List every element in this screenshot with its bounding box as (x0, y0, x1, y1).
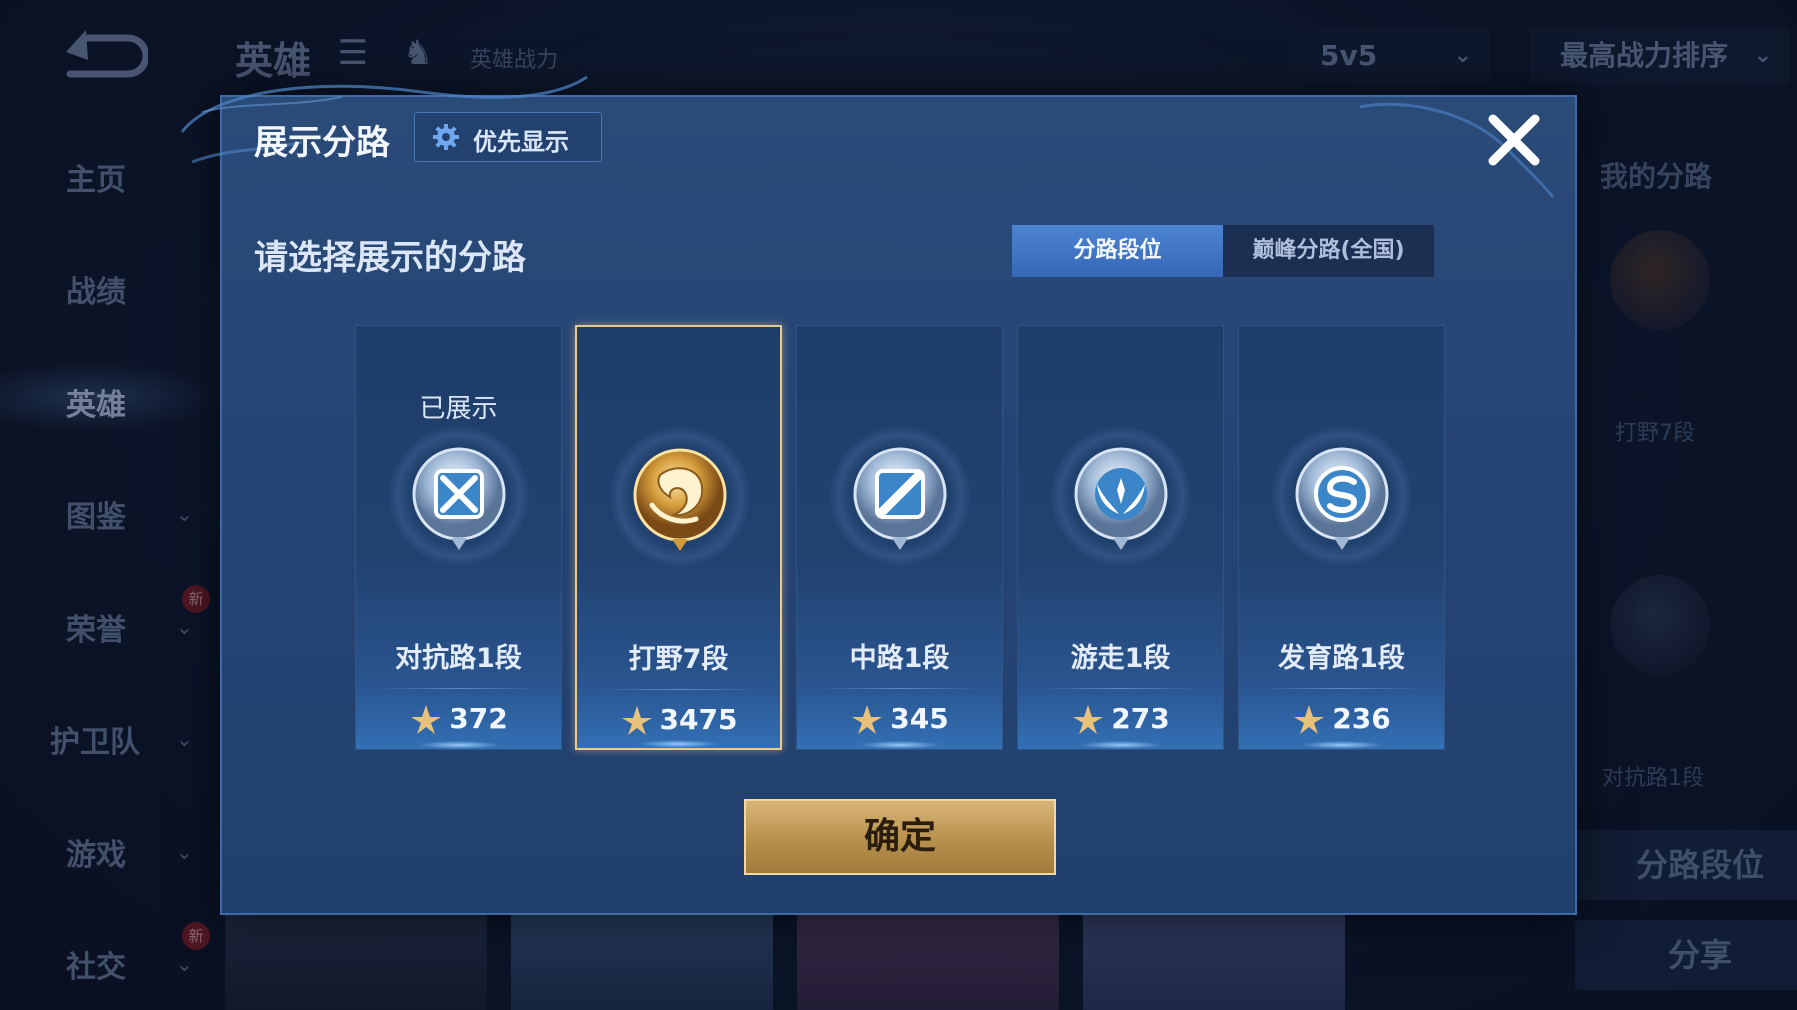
sidebar-item-games[interactable]: 游戏 ⌄ (0, 820, 200, 880)
hero-portrait[interactable] (511, 915, 773, 1010)
hero-portrait[interactable] (1083, 915, 1345, 1010)
sidebar-item-records[interactable]: 战绩 (0, 257, 200, 317)
lane-power-icon (852, 704, 883, 734)
card-divider (376, 688, 541, 689)
selection-prompt: 请选择展示的分路 (254, 238, 526, 278)
mid-lane-icon (853, 447, 947, 550)
farm-lane-icon (1295, 447, 1389, 550)
lane-score: 3475 (659, 703, 738, 736)
back-button[interactable] (58, 30, 150, 80)
chevron-down-icon: ⌄ (176, 502, 193, 526)
hero-power-icon: ♞ (402, 33, 434, 73)
tab-peak-lane-national[interactable]: 巅峰分路(全国) (1223, 225, 1434, 277)
chevron-down-icon: ⌄ (176, 952, 193, 976)
mode-dropdown-value: 5v5 (1320, 39, 1378, 72)
gear-icon (433, 124, 459, 150)
dialog-title: 展示分路 (254, 123, 390, 163)
back-arrow-icon (66, 30, 150, 78)
lane-card-farm[interactable]: 发育路1段 236 (1238, 325, 1445, 750)
chevron-down-icon: ⌄ (176, 840, 193, 864)
lane-card-roam[interactable]: 游走1段 273 (1017, 325, 1224, 750)
lane-name: 中路1段 (849, 643, 950, 674)
priority-display-button[interactable]: 优先显示 (414, 112, 602, 162)
sidebar-item-label: 英雄 (66, 388, 126, 423)
lane-name: 游走1段 (1070, 643, 1171, 674)
chevron-down-icon: ⌄ (1453, 43, 1472, 68)
lane-power-icon (621, 705, 652, 735)
sort-dropdown-value: 最高战力排序 (1560, 39, 1729, 72)
lane-power-icon (411, 704, 442, 734)
jungle-dragon-icon (1610, 230, 1710, 330)
card-divider (1259, 688, 1424, 689)
chevron-down-icon: ⌄ (176, 727, 193, 751)
close-button[interactable] (1483, 109, 1545, 171)
lane-card-clash[interactable]: 已展示 对抗路1段 372 (355, 325, 562, 750)
lane-display-dialog: 展示分路 优先显示 请选择展示的分路 分路段位 巅峰分路(全国) 已展示 对抗路… (180, 75, 1577, 915)
card-divider (1038, 688, 1203, 689)
lane-name: 发育路1段 (1278, 643, 1405, 674)
my-lane-label: 对抗路1段 (1602, 766, 1704, 791)
sidebar-item-label: 游戏 (66, 838, 126, 873)
lane-power-icon (1073, 704, 1104, 734)
card-divider (817, 688, 982, 689)
displayed-status: 已展示 (419, 394, 498, 424)
sidebar-item-home[interactable]: 主页 (0, 145, 200, 205)
hero-portrait[interactable] (225, 915, 487, 1010)
priority-display-label: 优先显示 (473, 128, 569, 156)
sidebar-item-label: 主页 (66, 163, 126, 198)
sidebar-item-guard[interactable]: 护卫队 ⌄ (0, 707, 200, 767)
lane-card-jungle[interactable]: 打野7段 3475 (575, 325, 782, 750)
card-shine (637, 740, 720, 748)
hero-portrait-strip (225, 915, 1345, 1010)
lane-score: 273 (1111, 702, 1170, 735)
lane-name: 对抗路1段 (395, 643, 522, 674)
sidebar-item-label: 荣誉 (66, 613, 126, 648)
sidebar-item-honor[interactable]: 荣誉 ⌄ 新 (0, 585, 210, 655)
sidebar-item-label: 社交 (66, 950, 126, 985)
hero-portrait[interactable] (797, 915, 1059, 1010)
lane-card-mid[interactable]: 中路1段 345 (796, 325, 1003, 750)
clash-lane-icon (412, 447, 506, 550)
sidebar-item-label: 战绩 (66, 275, 126, 310)
my-lane-label: 打野7段 (1615, 421, 1695, 446)
lane-rank-button[interactable]: 分路段位 (1575, 830, 1797, 900)
card-shine (1300, 741, 1383, 749)
confirm-button[interactable]: 确定 (744, 799, 1056, 875)
jungle-dragon-icon (633, 448, 727, 551)
lane-power-icon (1294, 704, 1325, 734)
card-shine (858, 741, 941, 749)
card-shine (1079, 741, 1162, 749)
lane-name: 打野7段 (628, 644, 729, 675)
sidebar-item-label: 图鉴 (66, 500, 126, 535)
roam-wings-icon (1074, 447, 1168, 550)
new-badge: 新 (182, 922, 210, 950)
sidebar-item-social[interactable]: 社交 ⌄ 新 (0, 922, 210, 992)
clash-lane-icon (1610, 575, 1710, 675)
chevron-down-icon: ⌄ (176, 615, 193, 639)
my-lanes-panel: 我的分路 打野7段 对抗路1段 分路段位 分享 (1545, 130, 1797, 1010)
sidebar-item-heroes[interactable]: 英雄 (0, 370, 200, 430)
sidebar-item-codex[interactable]: 图鉴 ⌄ (0, 482, 200, 542)
hero-power-label[interactable]: 英雄战力 (470, 42, 558, 74)
chevron-down-icon: ⌄ (1753, 43, 1772, 68)
mode-dropdown[interactable]: 5v5 ⌄ (1290, 28, 1490, 84)
sidebar-item-label: 护卫队 (50, 725, 140, 760)
lane-score: 236 (1332, 702, 1391, 735)
card-shine (417, 741, 500, 749)
list-icon[interactable]: ☰ (335, 34, 371, 72)
lane-score: 372 (449, 702, 508, 735)
my-lanes-title: 我的分路 (1600, 160, 1713, 193)
share-button[interactable]: 分享 (1575, 920, 1797, 990)
sort-dropdown[interactable]: 最高战力排序 ⌄ (1530, 28, 1790, 84)
tab-lane-rank[interactable]: 分路段位 (1012, 225, 1223, 277)
card-divider (597, 689, 760, 690)
lane-score: 345 (890, 702, 949, 735)
new-badge: 新 (182, 585, 210, 613)
close-icon (1488, 114, 1540, 166)
lane-tabs: 分路段位 巅峰分路(全国) (1012, 225, 1434, 277)
